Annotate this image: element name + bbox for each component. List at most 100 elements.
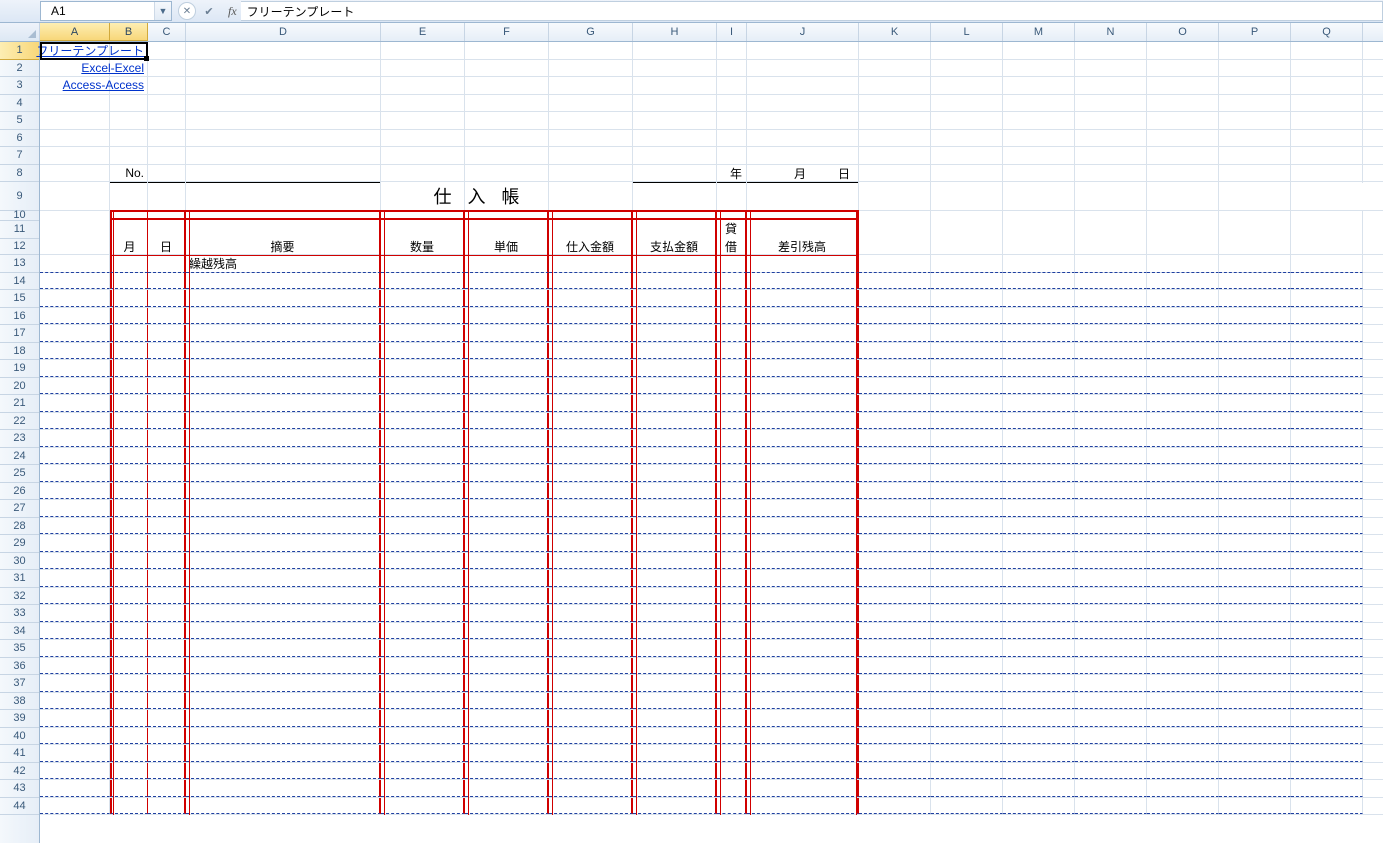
cell-F31[interactable]	[465, 570, 549, 587]
cell-K5[interactable]	[859, 112, 931, 129]
cell-L20[interactable]	[931, 378, 1003, 395]
cell-N5[interactable]	[1075, 112, 1147, 129]
cell-F23[interactable]	[465, 430, 549, 447]
cell-G40[interactable]	[549, 728, 633, 745]
cell-G28[interactable]	[549, 518, 633, 535]
cell-H28[interactable]	[633, 518, 717, 535]
col-header-B[interactable]: B	[110, 23, 148, 41]
cell-G37[interactable]	[549, 675, 633, 692]
cell-E3[interactable]	[381, 77, 465, 94]
cell-D44[interactable]	[186, 798, 381, 815]
cell-K36[interactable]	[859, 658, 931, 675]
name-box-dropdown-icon[interactable]: ▼	[154, 2, 171, 20]
cell-M12[interactable]	[1003, 238, 1075, 256]
cell-B25[interactable]	[110, 465, 148, 482]
cell-N1[interactable]	[1075, 42, 1147, 59]
cell-O41[interactable]	[1147, 745, 1219, 762]
cell-I30[interactable]	[717, 553, 747, 570]
cell-O24[interactable]	[1147, 448, 1219, 465]
cell-L6[interactable]	[931, 130, 1003, 147]
cell-J2[interactable]	[747, 60, 859, 77]
row-header-3[interactable]: 3	[0, 77, 39, 95]
row-header-21[interactable]: 21	[0, 395, 39, 413]
cell-C1[interactable]	[148, 42, 186, 59]
cell-M29[interactable]	[1003, 535, 1075, 552]
cell-J36[interactable]	[747, 658, 859, 675]
cell-M20[interactable]	[1003, 378, 1075, 395]
cell-L1[interactable]	[931, 42, 1003, 59]
cell-C20[interactable]	[148, 378, 186, 395]
cell-O16[interactable]	[1147, 308, 1219, 325]
cell-H41[interactable]	[633, 745, 717, 762]
cell-Q20[interactable]	[1291, 378, 1363, 395]
cell-P38[interactable]	[1219, 693, 1291, 710]
cell-E2[interactable]	[381, 60, 465, 77]
cell-D39[interactable]	[186, 710, 381, 727]
cell-L4[interactable]	[931, 95, 1003, 112]
cell-I11[interactable]: 貸	[717, 220, 747, 238]
cell-I29[interactable]	[717, 535, 747, 552]
cell-G5[interactable]	[549, 112, 633, 129]
cell-I35[interactable]	[717, 640, 747, 657]
cell-A36[interactable]	[40, 658, 110, 675]
cell-L39[interactable]	[931, 710, 1003, 727]
cell-F29[interactable]	[465, 535, 549, 552]
row-header-11[interactable]: 11	[0, 220, 39, 239]
cell-I39[interactable]	[717, 710, 747, 727]
cell-M3[interactable]	[1003, 77, 1075, 94]
cell-F11[interactable]	[465, 220, 549, 238]
cell-J30[interactable]	[747, 553, 859, 570]
cell-N32[interactable]	[1075, 588, 1147, 605]
row-10[interactable]	[40, 210, 1383, 220]
cell-C43[interactable]	[148, 780, 186, 797]
cell-N11[interactable]	[1075, 220, 1147, 238]
cell-D26[interactable]	[186, 483, 381, 500]
cell-M16[interactable]	[1003, 308, 1075, 325]
cell-B4[interactable]	[110, 95, 148, 112]
cell-E23[interactable]	[381, 430, 465, 447]
cell-Q42[interactable]	[1291, 763, 1363, 780]
cell-E20[interactable]	[381, 378, 465, 395]
cell-E21[interactable]	[381, 395, 465, 412]
cell-P12[interactable]	[1219, 238, 1291, 256]
cell-Q37[interactable]	[1291, 675, 1363, 692]
cell-A43[interactable]	[40, 780, 110, 797]
cell-J15[interactable]	[747, 290, 859, 307]
cell-I18[interactable]	[717, 343, 747, 360]
cell-J25[interactable]	[747, 465, 859, 482]
cell-H39[interactable]	[633, 710, 717, 727]
cell-E18[interactable]	[381, 343, 465, 360]
cell-J17[interactable]	[747, 325, 859, 342]
col-header-N[interactable]: N	[1075, 23, 1147, 41]
cell-E39[interactable]	[381, 710, 465, 727]
cell-P3[interactable]	[1219, 77, 1291, 94]
cell-C38[interactable]	[148, 693, 186, 710]
cell-G25[interactable]	[549, 465, 633, 482]
cell-J26[interactable]	[747, 483, 859, 500]
cell-A39[interactable]	[40, 710, 110, 727]
cell-M26[interactable]	[1003, 483, 1075, 500]
cell-F8[interactable]	[465, 165, 549, 183]
cell-J20[interactable]	[747, 378, 859, 395]
cell-A37[interactable]	[40, 675, 110, 692]
row-header-1[interactable]: 1	[0, 42, 39, 60]
cell-H4[interactable]	[633, 95, 717, 112]
cell-L38[interactable]	[931, 693, 1003, 710]
cell-M31[interactable]	[1003, 570, 1075, 587]
row-header-18[interactable]: 18	[0, 343, 39, 361]
cell-G30[interactable]	[549, 553, 633, 570]
cell-H10[interactable]	[633, 210, 717, 220]
cell-E30[interactable]	[381, 553, 465, 570]
cell-Q26[interactable]	[1291, 483, 1363, 500]
cell-L25[interactable]	[931, 465, 1003, 482]
cell-Q14[interactable]	[1291, 273, 1363, 290]
cell-P41[interactable]	[1219, 745, 1291, 762]
cell-F37[interactable]	[465, 675, 549, 692]
cell-O7[interactable]	[1147, 147, 1219, 164]
cell-P33[interactable]	[1219, 605, 1291, 622]
cell-A35[interactable]	[40, 640, 110, 657]
cell-B12[interactable]: 月	[110, 238, 148, 256]
cell-D33[interactable]	[186, 605, 381, 622]
row-7[interactable]	[40, 147, 1383, 165]
cell-F28[interactable]	[465, 518, 549, 535]
